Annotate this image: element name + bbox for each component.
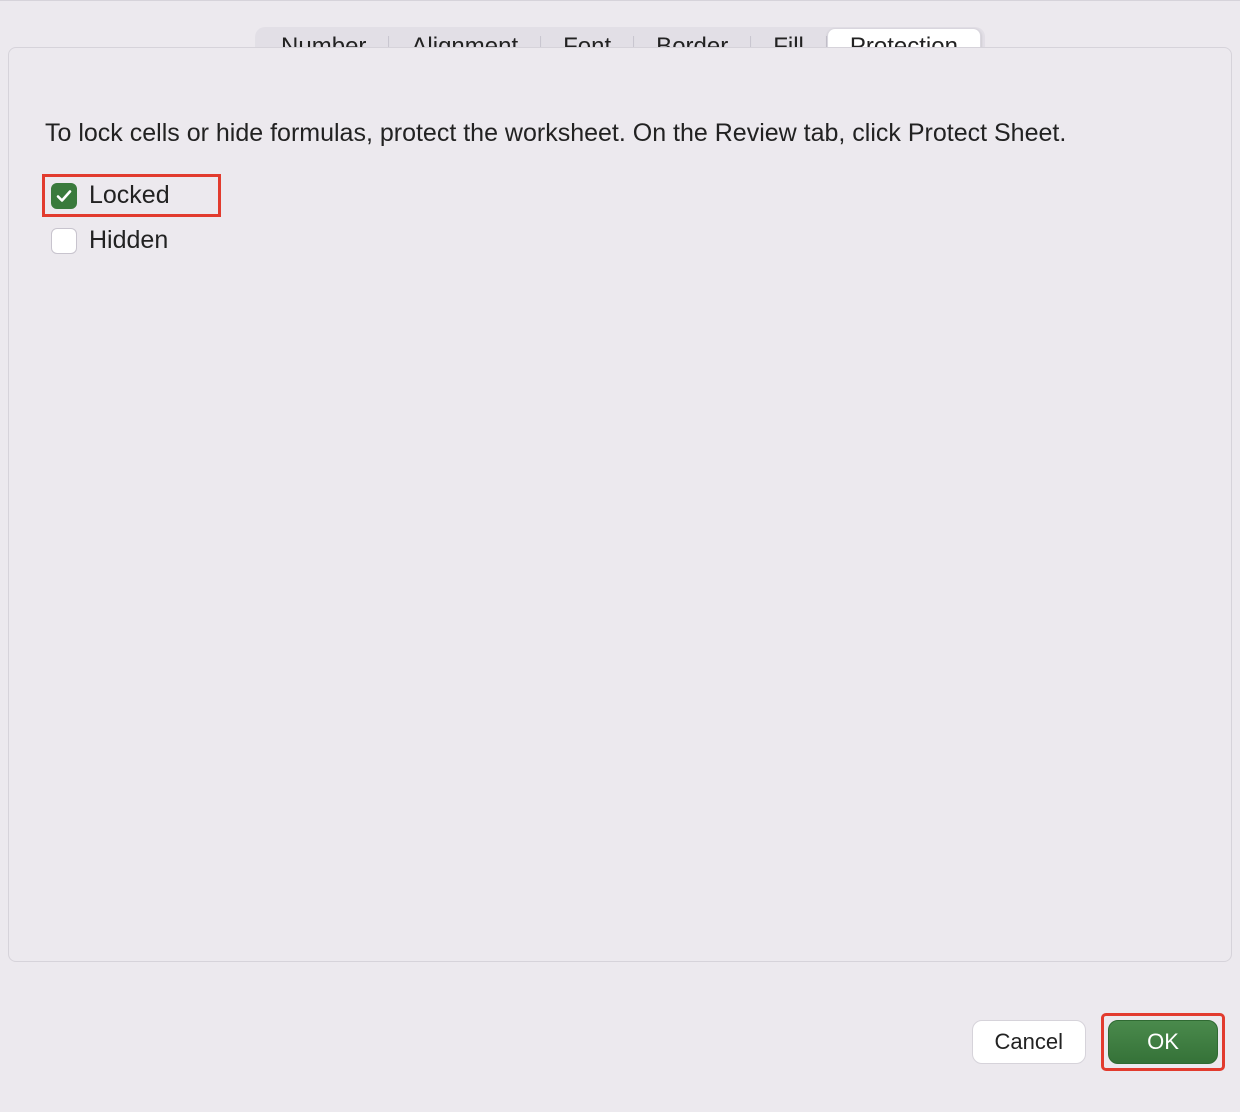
ok-button-highlight: OK [1104, 1016, 1222, 1068]
cancel-button[interactable]: Cancel [972, 1020, 1086, 1064]
hidden-checkbox[interactable] [51, 228, 77, 254]
ok-button[interactable]: OK [1108, 1020, 1218, 1064]
locked-row[interactable]: Locked [45, 177, 218, 214]
protection-info-text: To lock cells or hide formulas, protect … [45, 118, 1105, 149]
locked-label: Locked [89, 181, 170, 210]
protection-panel: To lock cells or hide formulas, protect … [8, 47, 1232, 962]
dialog-footer: Cancel OK [972, 1016, 1222, 1068]
check-icon [55, 187, 73, 205]
hidden-label: Hidden [89, 226, 168, 255]
locked-checkbox[interactable] [51, 183, 77, 209]
hidden-row[interactable]: Hidden [45, 222, 174, 259]
format-cells-dialog: Number Alignment Font Border Fill Protec… [0, 0, 1240, 1112]
